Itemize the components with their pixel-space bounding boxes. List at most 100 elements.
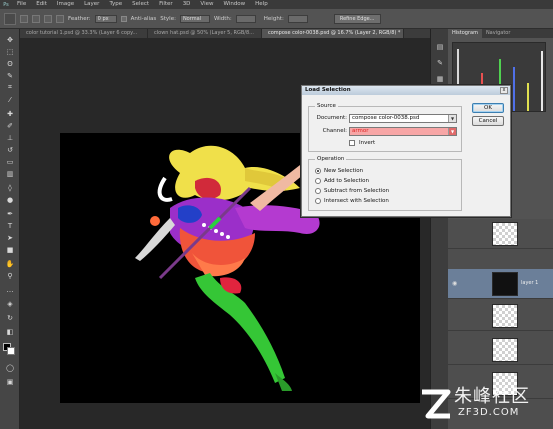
width-label: Width: (213, 15, 232, 22)
operation-group: Operation New Selection Add to Selection… (308, 156, 462, 211)
height-input[interactable] (287, 14, 308, 23)
invert-checkbox[interactable] (349, 140, 355, 146)
new-selection-mode-icon[interactable] (20, 14, 28, 23)
menu-select[interactable]: Select (127, 0, 154, 9)
close-icon[interactable]: x (500, 87, 508, 94)
menu-type[interactable]: Type (104, 0, 127, 9)
layer-row[interactable] (448, 301, 553, 331)
hand-tool-icon[interactable]: ✋ (5, 259, 15, 268)
gradient-tool-icon[interactable]: ▥ (5, 169, 15, 178)
visibility-eye-icon[interactable] (452, 230, 459, 237)
marquee-tool-preset-icon[interactable] (4, 12, 16, 25)
path-selection-tool-icon[interactable]: ➤ (5, 233, 15, 242)
brush-tool-icon[interactable]: ✐ (5, 121, 15, 130)
eraser-tool-icon[interactable]: ▭ (5, 157, 15, 166)
menu-filter[interactable]: Filter (154, 0, 178, 9)
options-bar: Feather: 0 px Anti-alias Style: Normal W… (0, 9, 553, 29)
feather-input[interactable]: 0 px (94, 14, 117, 23)
menu-window[interactable]: Window (218, 0, 250, 9)
menu-edit[interactable]: Edit (31, 0, 52, 9)
channel-select[interactable]: armor ▼ (349, 127, 457, 136)
layer-thumbnail (492, 304, 518, 328)
radio-subtract-from-selection[interactable] (315, 188, 321, 194)
load-selection-dialog: Load Selection x Source Document: compos… (301, 85, 511, 217)
subtract-selection-mode-icon[interactable] (44, 14, 52, 23)
brush-panel-icon[interactable]: ▦ (436, 75, 444, 83)
doc-tab-compose-color[interactable]: compose color-0038.psd @ 16.7% (Layer 2,… (262, 29, 404, 38)
crop-tool-icon[interactable]: ⌗ (5, 83, 15, 92)
shape-tool-icon[interactable]: ■ (5, 245, 15, 254)
3d-tool-icon[interactable]: ◈ (5, 299, 15, 308)
add-selection-mode-icon[interactable] (32, 14, 40, 23)
radio-new-selection[interactable] (315, 168, 321, 174)
channel-select-value: armor (352, 128, 369, 134)
history-panel-icon[interactable]: ▤ (436, 43, 444, 51)
antialias-label: Anti-alias (130, 15, 157, 22)
option-new-selection: New Selection (324, 168, 364, 174)
tab-histogram[interactable]: Histogram (448, 29, 482, 38)
document-select[interactable]: compose color-0038.psd ▼ (349, 114, 457, 123)
clone-stamp-tool-icon[interactable]: ⊥ (5, 133, 15, 142)
tab-navigator[interactable]: Navigator (482, 29, 514, 38)
menu-view[interactable]: View (195, 0, 218, 9)
watermark-logo-icon (422, 389, 451, 419)
visibility-eye-icon[interactable] (452, 346, 459, 353)
ok-button[interactable]: OK (472, 103, 504, 113)
menu-file[interactable]: File (12, 0, 31, 9)
rotate-view-tool-icon[interactable]: ↻ (5, 313, 15, 322)
layer-name: layer 1 (521, 280, 539, 286)
style-select[interactable]: Normal (179, 14, 210, 23)
layer-row-selected[interactable]: ◉ layer 1 (448, 269, 553, 299)
doc-tab-color-tutorial[interactable]: color tutorial 1.psd @ 33.3% (Layer 6 co… (20, 29, 148, 38)
layer-row[interactable] (448, 335, 553, 365)
watermark-chinese: 朱峰社区 (454, 386, 530, 407)
visibility-eye-icon[interactable]: ◉ (452, 280, 459, 287)
radio-add-to-selection[interactable] (315, 178, 321, 184)
width-input[interactable] (235, 14, 256, 23)
histogram-panel-tabs: Histogram Navigator (448, 29, 553, 38)
chevron-down-icon: ▼ (448, 128, 456, 135)
refine-edge-button[interactable]: Refine Edge... (333, 13, 381, 24)
default-colors-icon[interactable]: ◧ (5, 327, 15, 336)
antialias-checkbox[interactable] (120, 15, 127, 22)
option-add-to-selection: Add to Selection (324, 178, 370, 184)
style-label: Style: (160, 15, 176, 22)
quick-select-tool-icon[interactable]: ✎ (5, 71, 15, 80)
document-select-value: compose color-0038.psd (352, 115, 420, 121)
eyedropper-tool-icon[interactable]: ⁄ (5, 95, 15, 104)
marquee-tool-icon[interactable]: ⬚ (5, 47, 15, 56)
healing-brush-tool-icon[interactable]: ✚ (5, 109, 15, 118)
menu-help[interactable]: Help (250, 0, 273, 9)
chevron-down-icon: ▼ (448, 115, 456, 122)
menu-layer[interactable]: Layer (79, 0, 104, 9)
watermark-english: ZF3D.COM (458, 407, 520, 418)
photoshop-logo: Ps (3, 1, 9, 8)
dialog-title: Load Selection (302, 86, 510, 95)
intersect-selection-mode-icon[interactable] (56, 14, 64, 23)
type-tool-icon[interactable]: T (5, 221, 15, 230)
history-brush-tool-icon[interactable]: ↺ (5, 145, 15, 154)
channel-label: Channel: (322, 128, 347, 134)
lasso-tool-icon[interactable]: ʘ (5, 59, 15, 68)
cancel-button[interactable]: Cancel (472, 116, 504, 126)
menu-image[interactable]: Image (52, 0, 79, 9)
option-intersect-with-selection: Intersect with Selection (324, 198, 389, 204)
toolbox: ✥ ⬚ ʘ ✎ ⌗ ⁄ ✚ ✐ ⊥ ↺ ▭ ▥ ◊ ● ✒ T ➤ ■ ✋ ⚲ … (0, 29, 20, 429)
background-color-swatch[interactable] (7, 347, 15, 355)
menu-3d[interactable]: 3D (178, 0, 196, 9)
layer-row[interactable] (448, 219, 553, 249)
quick-mask-icon[interactable]: ◯ (5, 363, 15, 372)
zoom-tool-icon[interactable]: ⚲ (5, 271, 15, 280)
feather-label: Feather: (68, 15, 91, 22)
pen-tool-icon[interactable]: ✒ (5, 209, 15, 218)
document-tabs: color tutorial 1.psd @ 33.3% (Layer 6 co… (20, 29, 430, 38)
doc-tab-clown-hat[interactable]: clown hat.psd @ 50% (Layer 5, RGB/8... (148, 29, 262, 38)
dodge-tool-icon[interactable]: ● (5, 195, 15, 204)
move-tool-icon[interactable]: ✥ (5, 35, 15, 44)
visibility-eye-icon[interactable] (452, 312, 459, 319)
properties-panel-icon[interactable]: ✎ (436, 59, 444, 67)
edit-toolbar-icon[interactable]: … (5, 285, 15, 294)
blur-tool-icon[interactable]: ◊ (5, 183, 15, 192)
radio-intersect-with-selection[interactable] (315, 198, 321, 204)
screen-mode-icon[interactable]: ▣ (5, 377, 15, 386)
